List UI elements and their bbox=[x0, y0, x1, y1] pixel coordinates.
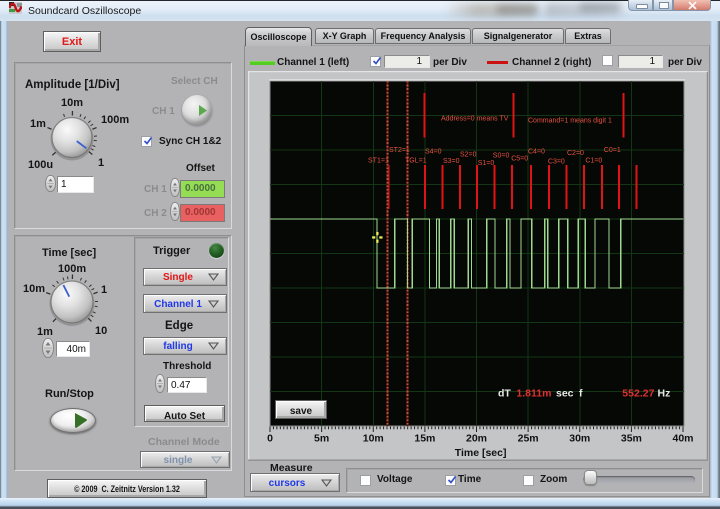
svg-text:0: 0 bbox=[267, 433, 273, 445]
svg-text:S0=0: S0=0 bbox=[493, 153, 510, 160]
svg-text:Hz: Hz bbox=[658, 388, 671, 400]
svg-text:C1=0: C1=0 bbox=[585, 158, 602, 165]
svg-text:C3=0: C3=0 bbox=[548, 159, 565, 166]
svg-text:S1=0: S1=0 bbox=[478, 160, 495, 167]
svg-text:S2=0: S2=0 bbox=[460, 152, 477, 159]
svg-text:15m: 15m bbox=[414, 433, 435, 445]
svg-text:Time [sec]: Time [sec] bbox=[455, 447, 507, 459]
svg-text:S4=0: S4=0 bbox=[425, 149, 442, 156]
svg-text:C0=1: C0=1 bbox=[604, 147, 621, 154]
svg-text:dT: dT bbox=[498, 388, 511, 400]
svg-text:S3=0: S3=0 bbox=[443, 158, 460, 165]
svg-text:TGL=1: TGL=1 bbox=[405, 158, 427, 165]
svg-text:40m: 40m bbox=[672, 433, 693, 445]
svg-text:25m: 25m bbox=[518, 433, 539, 445]
svg-text:10m: 10m bbox=[363, 433, 384, 445]
svg-text:C2=0: C2=0 bbox=[567, 150, 584, 157]
svg-text:1.811m: 1.811m bbox=[516, 388, 551, 400]
svg-text:35m: 35m bbox=[621, 433, 642, 445]
svg-text:5m: 5m bbox=[314, 433, 329, 445]
svg-text:C4=0: C4=0 bbox=[528, 149, 545, 156]
svg-text:ST1=1: ST1=1 bbox=[368, 158, 389, 165]
svg-text:Command=1 means digit 1: Command=1 means digit 1 bbox=[528, 118, 612, 125]
svg-text:f: f bbox=[579, 388, 583, 400]
svg-text:552.27: 552.27 bbox=[622, 388, 654, 400]
svg-text:ST2=1: ST2=1 bbox=[389, 147, 410, 154]
svg-text:30m: 30m bbox=[569, 433, 590, 445]
svg-text:sec: sec bbox=[556, 388, 574, 400]
svg-text:C5=0: C5=0 bbox=[511, 156, 528, 163]
svg-text:20m: 20m bbox=[466, 433, 487, 445]
svg-text:Address=0 means TV: Address=0 means TV bbox=[441, 116, 509, 123]
